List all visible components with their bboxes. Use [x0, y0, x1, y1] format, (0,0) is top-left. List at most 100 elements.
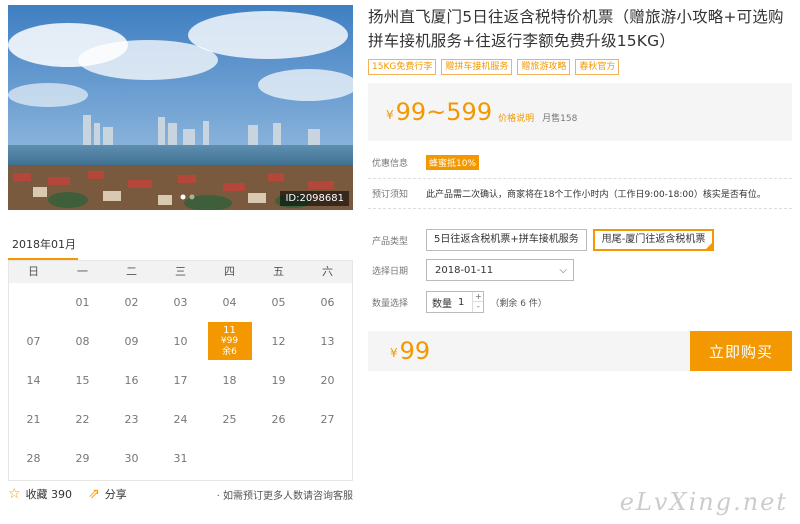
calendar-day: 19	[271, 374, 286, 387]
monthly-sales: 月售158	[542, 113, 578, 124]
calendar-day: 07	[26, 335, 41, 348]
notice-label: 预订须知	[372, 190, 409, 200]
calendar-day	[303, 439, 352, 478]
calendar-day: 22	[75, 413, 90, 426]
product-tag: 赠拼车接机服务	[441, 59, 513, 75]
decrement-button[interactable]: -	[473, 302, 483, 312]
footer-actions: ☆ 收藏 390 ⇗ 分享 · 如需预订更多人数请咨询客服	[8, 486, 353, 502]
stepper-buttons: + -	[472, 292, 484, 312]
calendar-day: 14	[26, 374, 41, 387]
share-label: 分享	[104, 488, 127, 501]
currency-symbol: ¥	[386, 108, 394, 122]
divider	[368, 208, 792, 209]
quantity-row: 数量选择 数量 1 + - （剩余 6 件）	[368, 291, 792, 313]
calendar-day: 27	[320, 413, 335, 426]
price-panel: ¥ 99~599 价格说明 月售158	[368, 83, 792, 141]
product-detail: 扬州直飞厦门5日往返含税特价机票（赠旅游小攻略+可选购拼车接机服务+往返行李额免…	[368, 5, 792, 371]
calendar-day: 10	[173, 335, 188, 348]
calendar-day: 20	[320, 374, 335, 387]
calendar-weekday-header: 日 一 二 三 四 五 六	[9, 261, 352, 283]
product-photo: ID:2098681	[8, 5, 353, 210]
share-button[interactable]: ⇗ 分享	[88, 486, 127, 502]
product-type-label: 产品类型	[372, 236, 409, 247]
share-icon: ⇗	[88, 486, 100, 502]
star-icon: ☆	[8, 486, 21, 502]
price-note-link[interactable]: 价格说明	[498, 111, 534, 124]
price-range: 99~599	[395, 98, 493, 126]
date-select[interactable]: 2018-01-11 ⌵	[426, 259, 574, 281]
calendar-day: 21	[26, 413, 41, 426]
calendar-day: 23	[124, 413, 139, 426]
calendar-day: 15	[75, 374, 90, 387]
product-tag: 15KG免费行李	[368, 59, 437, 75]
calendar-day: 05	[271, 296, 286, 309]
product-tags: 15KG免费行李 赠拼车接机服务 赠旅游攻略 春秋官方	[368, 59, 792, 75]
calendar-day	[254, 439, 303, 478]
increment-button[interactable]: +	[473, 292, 484, 302]
notice-row: 预订须知 此产品需二次确认，商家将在18个工作小时内（工作日9:00-18:00…	[368, 187, 792, 200]
total-panel: ¥ 99 立即购买	[368, 331, 792, 371]
calendar-day: 04	[222, 296, 237, 309]
selected-day-number: 11	[223, 324, 236, 336]
remaining-stock: （剩余 6 件）	[490, 298, 547, 309]
calendar-day: 02	[124, 296, 139, 309]
quantity-label: 数量选择	[372, 298, 409, 309]
product-title: 扬州直飞厦门5日往返含税特价机票（赠旅游小攻略+可选购拼车接机服务+往返行李额免…	[368, 8, 784, 50]
notice-text: 此产品需二次确认，商家将在18个工作小时内（工作日9:00-18:00）核实是否…	[426, 190, 766, 200]
total-amount: 99	[399, 337, 431, 365]
calendar-day: 06	[320, 296, 335, 309]
date-row: 选择日期 2018-01-11 ⌵	[368, 259, 792, 281]
calendar-day: 17	[173, 374, 188, 387]
calendar-day: 01	[75, 296, 90, 309]
product-type-row: 产品类型 5日往返含税机票+拼车接机服务 甩尾-厦门往返含税机票	[368, 229, 792, 251]
date-calendar: 2018年01月 日 一 二 三 四 五 六 01 02 03 04 05 06…	[8, 230, 353, 481]
calendar-day: 03	[173, 296, 188, 309]
calendar-day: 13	[320, 335, 335, 348]
calendar-day: 30	[124, 452, 139, 465]
quantity-value[interactable]: 1	[458, 297, 464, 308]
calendar-day	[205, 439, 254, 478]
calendar-month-tab[interactable]: 2018年01月	[8, 230, 78, 260]
calendar-day: 25	[222, 413, 237, 426]
product-tag: 赠旅游攻略	[517, 59, 571, 75]
contact-service-link[interactable]: · 如需预订更多人数请咨询客服	[217, 487, 353, 502]
weekday-label: 五	[273, 265, 284, 278]
weekday-label: 一	[77, 265, 88, 278]
calendar-days: 01 02 03 04 05 06 07 08 09 10 11 ¥99 余6 …	[9, 283, 352, 480]
product-type-option-selected[interactable]: 甩尾-厦门往返含税机票	[592, 229, 715, 251]
selected-day-price: ¥99	[220, 335, 239, 346]
quantity-text: 数量	[432, 298, 452, 310]
chevron-down-icon: ⌵	[559, 264, 567, 276]
selected-day-stock: 余6	[222, 346, 237, 357]
favorite-label: 收藏 390	[25, 488, 73, 501]
calendar-day: 24	[173, 413, 188, 426]
date-value: 2018-01-11	[435, 264, 494, 276]
product-type-option[interactable]: 5日往返含税机票+拼车接机服务	[426, 229, 587, 251]
weekday-label: 二	[126, 265, 137, 278]
calendar-day: 28	[26, 452, 41, 465]
calendar-day: 26	[271, 413, 286, 426]
divider	[368, 178, 792, 179]
weekday-label: 六	[322, 265, 333, 278]
weekday-label: 日	[28, 265, 39, 278]
currency-symbol: ¥	[390, 346, 398, 360]
weekday-label: 三	[175, 265, 186, 278]
calendar-day: 08	[75, 335, 90, 348]
discount-badge: 蜂蜜抵10%	[426, 155, 480, 170]
calendar-day-selected[interactable]: 11 ¥99 余6	[207, 322, 252, 360]
date-label: 选择日期	[372, 266, 409, 277]
favorite-button[interactable]: ☆ 收藏 390	[8, 486, 72, 502]
calendar-day: 29	[75, 452, 90, 465]
quantity-stepper[interactable]: 数量 1 + -	[426, 291, 485, 313]
calendar-day	[9, 283, 58, 322]
discount-label: 优惠信息	[372, 159, 409, 169]
calendar-day: 31	[173, 452, 188, 465]
calendar-day: 12	[271, 335, 286, 348]
weekday-label: 四	[224, 265, 235, 278]
calendar-day: 18	[222, 374, 237, 387]
discount-row: 优惠信息 蜂蜜抵10%	[368, 155, 792, 170]
calendar-day: 09	[124, 335, 139, 348]
total-price: ¥ 99	[368, 337, 430, 365]
calendar-day: 16	[124, 374, 139, 387]
buy-now-button[interactable]: 立即购买	[690, 331, 792, 371]
